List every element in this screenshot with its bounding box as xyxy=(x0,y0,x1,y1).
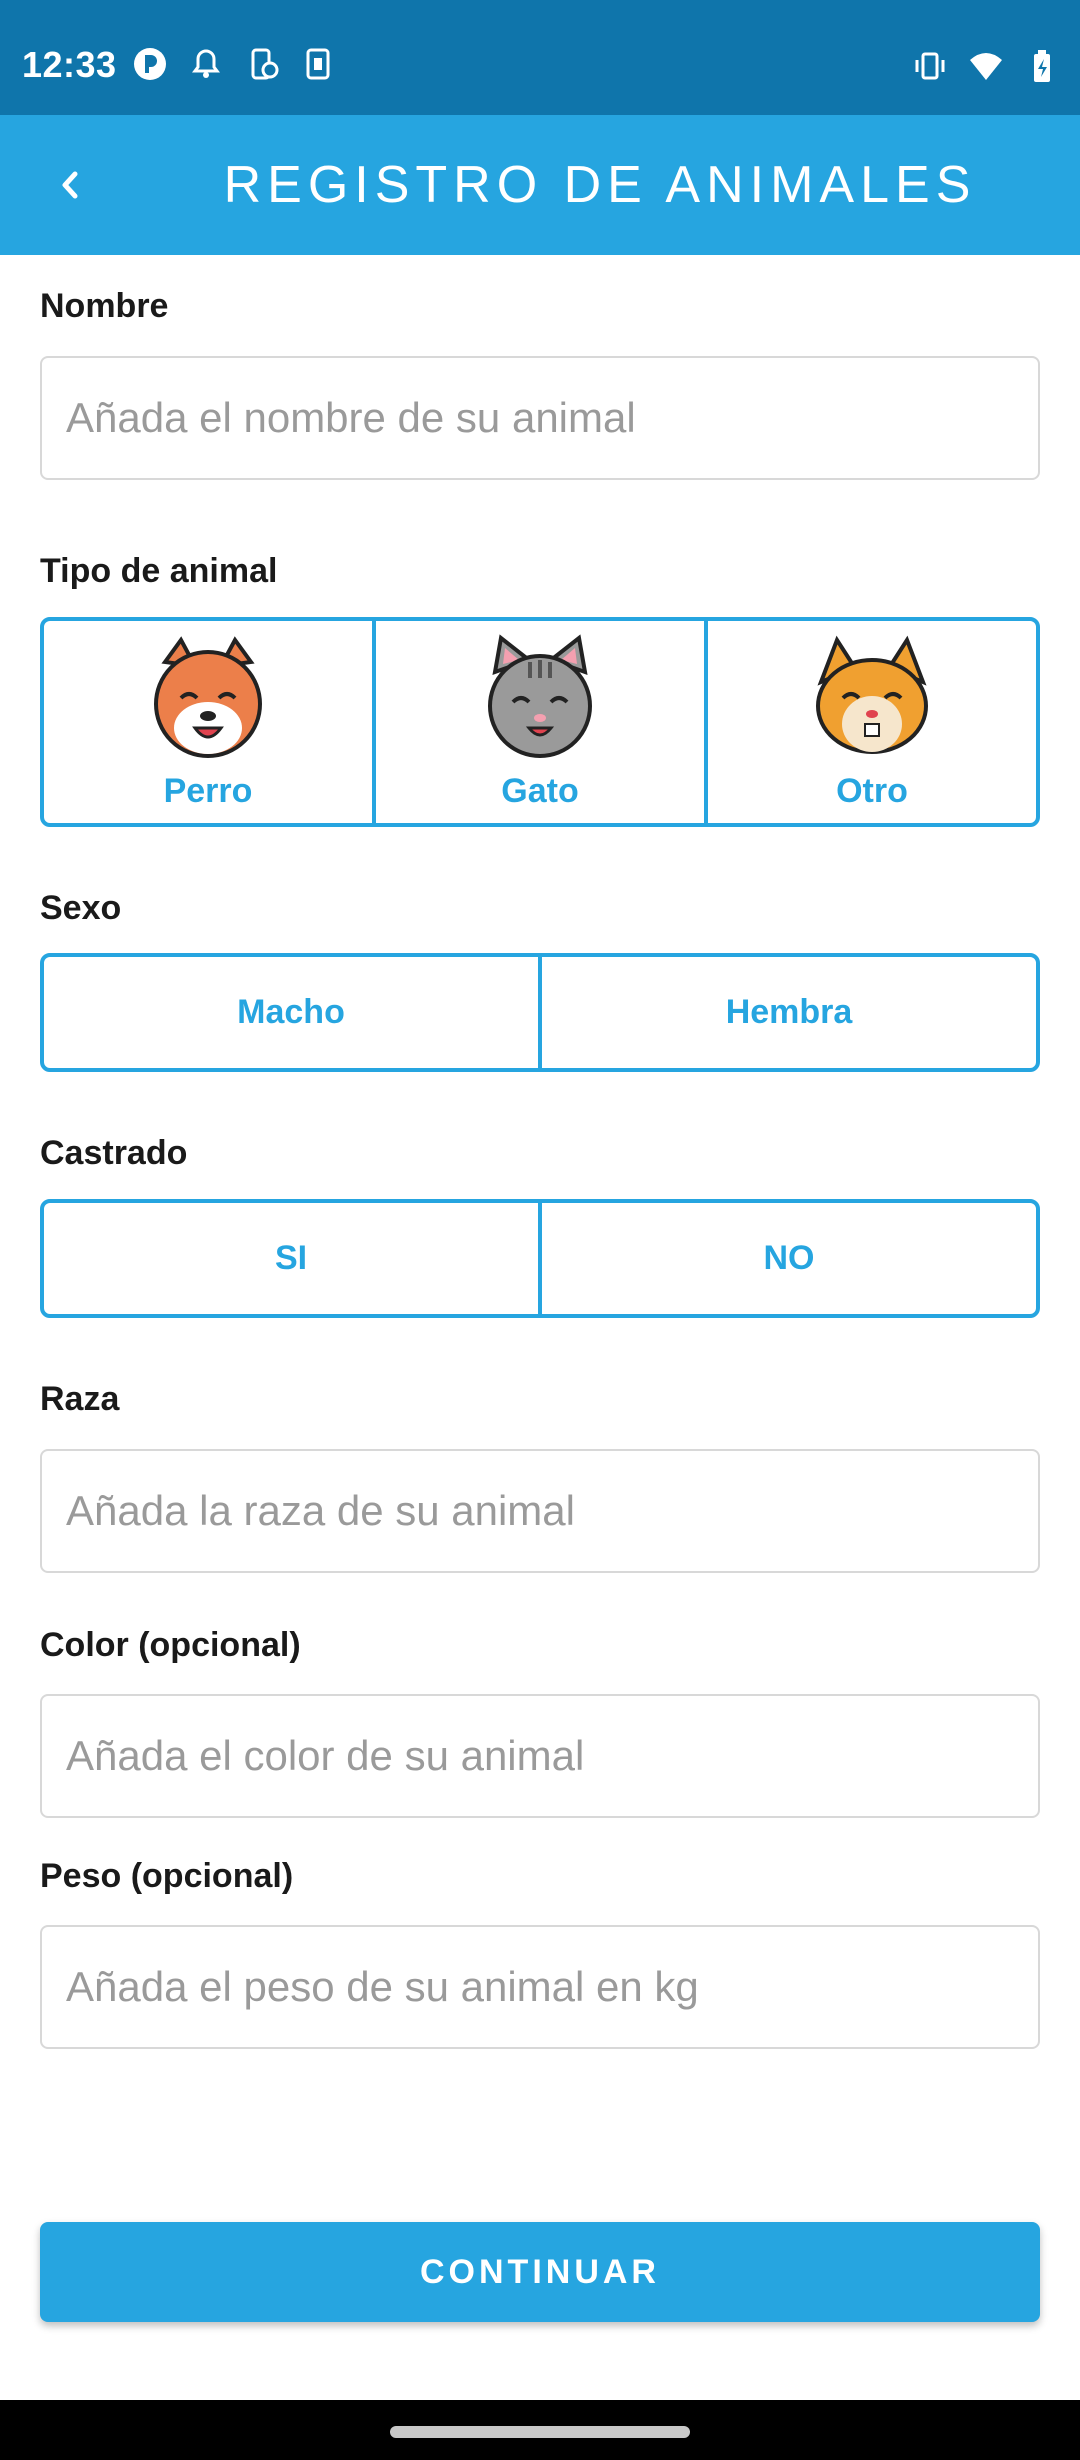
tipo-label: Tipo de animal xyxy=(40,552,278,590)
option-label: Gato xyxy=(501,771,579,810)
chevron-left-icon xyxy=(62,171,78,199)
option-label: Perro xyxy=(163,771,253,810)
page-title: REGISTRO DE ANIMALES xyxy=(223,156,977,214)
option-otro[interactable]: Otro xyxy=(704,621,1036,823)
bell-icon xyxy=(192,49,220,78)
app-notification-icon xyxy=(134,48,166,80)
option-macho[interactable]: Macho xyxy=(44,957,538,1068)
battery-charging-icon xyxy=(1034,50,1050,82)
sex-selector: Macho Hembra xyxy=(40,953,1040,1072)
option-no[interactable]: NO xyxy=(538,1203,1036,1314)
raza-input[interactable] xyxy=(40,1449,1040,1573)
cat-icon xyxy=(488,633,592,758)
neutered-selector: SI NO xyxy=(40,1199,1040,1318)
color-input[interactable] xyxy=(40,1694,1040,1818)
back-button[interactable] xyxy=(40,155,100,215)
color-label: Color (opcional) xyxy=(40,1626,301,1664)
continue-button[interactable]: CONTINUAR xyxy=(40,2222,1040,2322)
nombre-input[interactable] xyxy=(40,356,1040,480)
dog-icon xyxy=(154,635,262,758)
option-hembra[interactable]: Hembra xyxy=(538,957,1036,1068)
peso-label: Peso (opcional) xyxy=(40,1857,294,1895)
option-si[interactable]: SI xyxy=(44,1203,538,1314)
wifi-icon xyxy=(970,53,1002,80)
sim-card-icon xyxy=(306,48,330,80)
vibrate-icon xyxy=(915,52,945,80)
navigation-bar xyxy=(0,2400,1080,2460)
hamster-icon xyxy=(816,635,928,754)
phone-sync-icon xyxy=(251,48,279,80)
raza-label: Raza xyxy=(40,1380,120,1418)
nombre-label: Nombre xyxy=(40,287,169,325)
castrado-label: Castrado xyxy=(40,1134,188,1172)
status-bar: 12:33 xyxy=(0,0,1080,115)
option-gato[interactable]: Gato xyxy=(372,621,704,823)
status-time: 12:33 xyxy=(22,44,117,85)
home-gesture-handle[interactable] xyxy=(390,2426,690,2438)
option-label: Otro xyxy=(836,771,908,810)
option-perro[interactable]: Perro xyxy=(44,621,372,823)
peso-input[interactable] xyxy=(40,1925,1040,2049)
sexo-label: Sexo xyxy=(40,889,122,927)
animal-type-selector: Perro Gato Otro xyxy=(40,617,1040,827)
app-bar: REGISTRO DE ANIMALES xyxy=(0,115,1080,255)
